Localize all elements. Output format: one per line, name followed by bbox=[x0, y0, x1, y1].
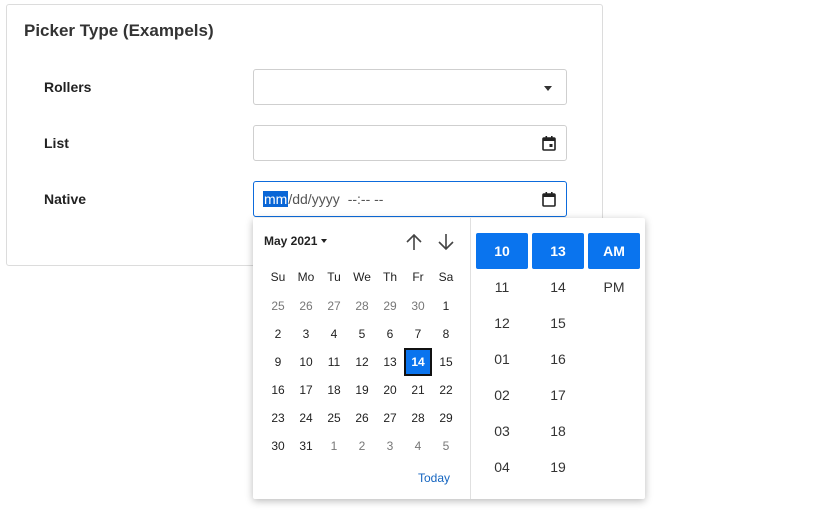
calendar-icon[interactable] bbox=[542, 192, 556, 207]
calendar-day[interactable]: 17 bbox=[292, 376, 320, 404]
calendar-day[interactable]: 25 bbox=[320, 404, 348, 432]
calendar-day[interactable]: 2 bbox=[264, 320, 292, 348]
native-input-value[interactable]: mm/dd/yyyy --:-- -- bbox=[263, 191, 383, 207]
calendar-day[interactable]: 15 bbox=[432, 348, 460, 376]
minute-option[interactable]: 13 bbox=[532, 233, 584, 269]
calendar-day[interactable]: 2 bbox=[348, 432, 376, 460]
calendar-day[interactable]: 27 bbox=[376, 404, 404, 432]
calendar-day[interactable]: 31 bbox=[292, 432, 320, 460]
selected-day[interactable]: 14 bbox=[404, 348, 432, 376]
calendar-day[interactable]: 1 bbox=[432, 292, 460, 320]
minute-option[interactable]: 18 bbox=[532, 413, 584, 449]
calendar-day[interactable]: 3 bbox=[292, 320, 320, 348]
hour-option[interactable]: 10 bbox=[476, 233, 528, 269]
time-segment[interactable]: --:-- -- bbox=[348, 191, 384, 207]
calendar-day[interactable]: 29 bbox=[376, 292, 404, 320]
calendar-day[interactable]: 28 bbox=[348, 292, 376, 320]
rollers-select[interactable] bbox=[253, 69, 567, 105]
calendar-day[interactable]: 30 bbox=[404, 292, 432, 320]
weekday-label: Tu bbox=[327, 270, 341, 284]
minute-option[interactable]: 14 bbox=[532, 269, 584, 305]
calendar-day[interactable]: 11 bbox=[320, 348, 348, 376]
calendar-day[interactable]: 1 bbox=[320, 432, 348, 460]
ampm-option[interactable]: AM bbox=[588, 233, 640, 269]
native-datetime-input[interactable]: mm/dd/yyyy --:-- -- bbox=[253, 181, 567, 217]
calendar-pane: May 2021 Su Mo Tu We Th Fr Sa 25 26 27 28 29 30 1 2 3 4… bbox=[253, 218, 470, 499]
calendar-day[interactable]: 5 bbox=[348, 320, 376, 348]
list-date-input[interactable] bbox=[253, 125, 567, 161]
caret-down-icon bbox=[321, 239, 328, 243]
month-year-label: May 2021 bbox=[264, 234, 318, 248]
calendar-day[interactable]: 18 bbox=[320, 376, 348, 404]
datetime-picker-popup: May 2021 Su Mo Tu We Th Fr Sa 25 26 27 28 29 30 1 2 3 4… bbox=[253, 218, 645, 499]
minute-option[interactable]: 17 bbox=[532, 377, 584, 413]
calendar-day[interactable]: 8 bbox=[432, 320, 460, 348]
list-label: List bbox=[44, 135, 69, 151]
calendar-day[interactable]: 22 bbox=[432, 376, 460, 404]
calendar-day[interactable]: 25 bbox=[264, 292, 292, 320]
day-segment[interactable]: dd bbox=[292, 191, 308, 207]
hour-option[interactable]: 04 bbox=[476, 449, 528, 485]
hour-option[interactable]: 11 bbox=[476, 269, 528, 305]
calendar-day[interactable]: 29 bbox=[432, 404, 460, 432]
native-label: Native bbox=[44, 191, 87, 207]
calendar-day[interactable]: 16 bbox=[264, 376, 292, 404]
calendar-day[interactable]: 7 bbox=[404, 320, 432, 348]
calendar-day[interactable]: 19 bbox=[348, 376, 376, 404]
arrow-down-icon[interactable] bbox=[437, 232, 455, 252]
calendar-day[interactable]: 30 bbox=[264, 432, 292, 460]
weekday-label: Su bbox=[270, 270, 286, 284]
calendar-day[interactable]: 6 bbox=[376, 320, 404, 348]
calendar-day[interactable]: 20 bbox=[376, 376, 404, 404]
calendar-icon[interactable] bbox=[542, 136, 556, 151]
time-pane: 10 11 12 01 02 03 04 13 14 15 16 17 18 19 AM PM bbox=[470, 218, 645, 499]
hour-option[interactable]: 01 bbox=[476, 341, 528, 377]
minute-option[interactable]: 16 bbox=[532, 341, 584, 377]
calendar-day[interactable]: 21 bbox=[404, 376, 432, 404]
calendar-day[interactable]: 3 bbox=[376, 432, 404, 460]
calendar-day[interactable]: 24 bbox=[292, 404, 320, 432]
weekday-label: Sa bbox=[438, 270, 454, 284]
calendar-day[interactable]: 26 bbox=[348, 404, 376, 432]
calendar-day[interactable]: 13 bbox=[376, 348, 404, 376]
calendar-day[interactable]: 27 bbox=[320, 292, 348, 320]
weekday-label: We bbox=[353, 270, 371, 284]
weekday-label: Th bbox=[382, 270, 397, 284]
calendar-day[interactable]: 4 bbox=[404, 432, 432, 460]
minute-option[interactable]: 19 bbox=[532, 449, 584, 485]
year-segment[interactable]: yyyy bbox=[312, 191, 340, 207]
month-segment[interactable]: mm bbox=[263, 191, 289, 207]
calendar-day[interactable]: 9 bbox=[264, 348, 292, 376]
hour-option[interactable]: 12 bbox=[476, 305, 528, 341]
hour-option[interactable]: 03 bbox=[476, 413, 528, 449]
calendar-day[interactable]: 12 bbox=[348, 348, 376, 376]
calendar-day[interactable]: 5 bbox=[432, 432, 460, 460]
weekday-label: Fr bbox=[412, 270, 424, 284]
calendar-day[interactable]: 23 bbox=[264, 404, 292, 432]
ampm-option[interactable]: PM bbox=[588, 269, 640, 305]
weekday-label: Mo bbox=[297, 270, 315, 284]
arrow-up-icon[interactable] bbox=[405, 232, 423, 252]
today-button[interactable]: Today bbox=[418, 471, 450, 485]
minute-option[interactable]: 15 bbox=[532, 305, 584, 341]
rollers-label: Rollers bbox=[44, 79, 92, 95]
month-year-button[interactable]: May 2021 bbox=[264, 234, 328, 248]
calendar-day[interactable]: 10 bbox=[292, 348, 320, 376]
calendar-day[interactable]: 28 bbox=[404, 404, 432, 432]
chevron-down-icon bbox=[544, 86, 552, 91]
card-title: Picker Type (Exampels) bbox=[24, 21, 214, 40]
hour-option[interactable]: 02 bbox=[476, 377, 528, 413]
calendar-day[interactable]: 4 bbox=[320, 320, 348, 348]
calendar-day[interactable]: 26 bbox=[292, 292, 320, 320]
